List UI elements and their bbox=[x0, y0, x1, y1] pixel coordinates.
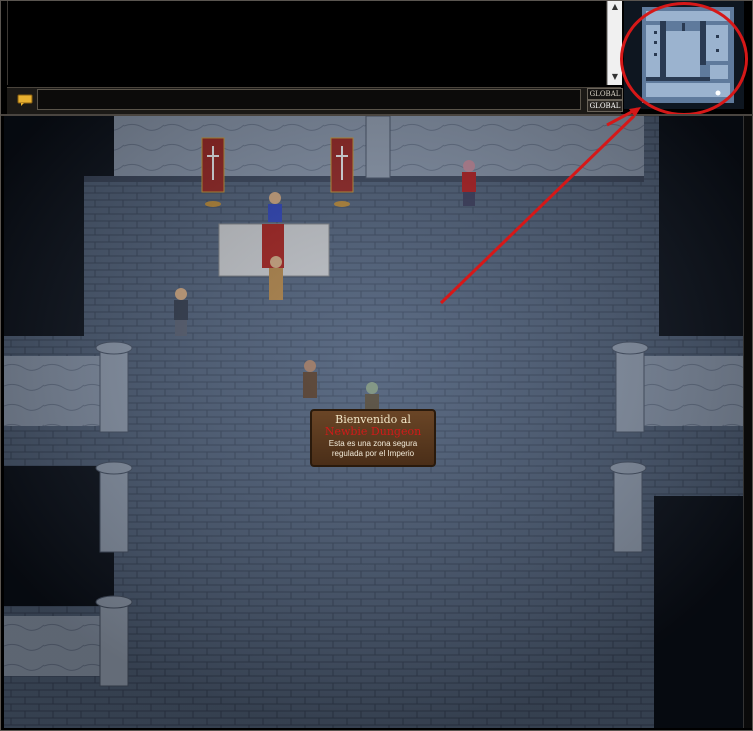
arrow-head-icon bbox=[606, 107, 641, 127]
chat-input-bar: GLOBAL GLOBAL bbox=[7, 87, 623, 115]
speech-bubble-icon[interactable] bbox=[17, 94, 33, 107]
game-viewport[interactable]: Bienvenido al Newbie Dungeon Esta es una… bbox=[4, 116, 743, 728]
sign-line-3: Esta es una zona segura bbox=[328, 439, 418, 448]
sign-title: Newbie Dungeon bbox=[324, 425, 422, 438]
chat-input[interactable] bbox=[37, 89, 581, 110]
scroll-down-icon[interactable]: ▼ bbox=[608, 71, 622, 83]
right-edge-bar bbox=[743, 116, 752, 728]
game-window: ▲ ▼ GLOBAL GLOBAL Bienvenido al Newbie D… bbox=[0, 0, 753, 731]
chat-scrollbar[interactable]: ▲ ▼ bbox=[607, 1, 622, 85]
chat-console[interactable] bbox=[7, 1, 607, 85]
welcome-sign: Bienvenido al Newbie Dungeon Esta es una… bbox=[310, 409, 436, 467]
sign-line-4: regulada por el Imperio bbox=[331, 449, 415, 458]
scroll-up-icon[interactable]: ▲ bbox=[608, 1, 622, 13]
